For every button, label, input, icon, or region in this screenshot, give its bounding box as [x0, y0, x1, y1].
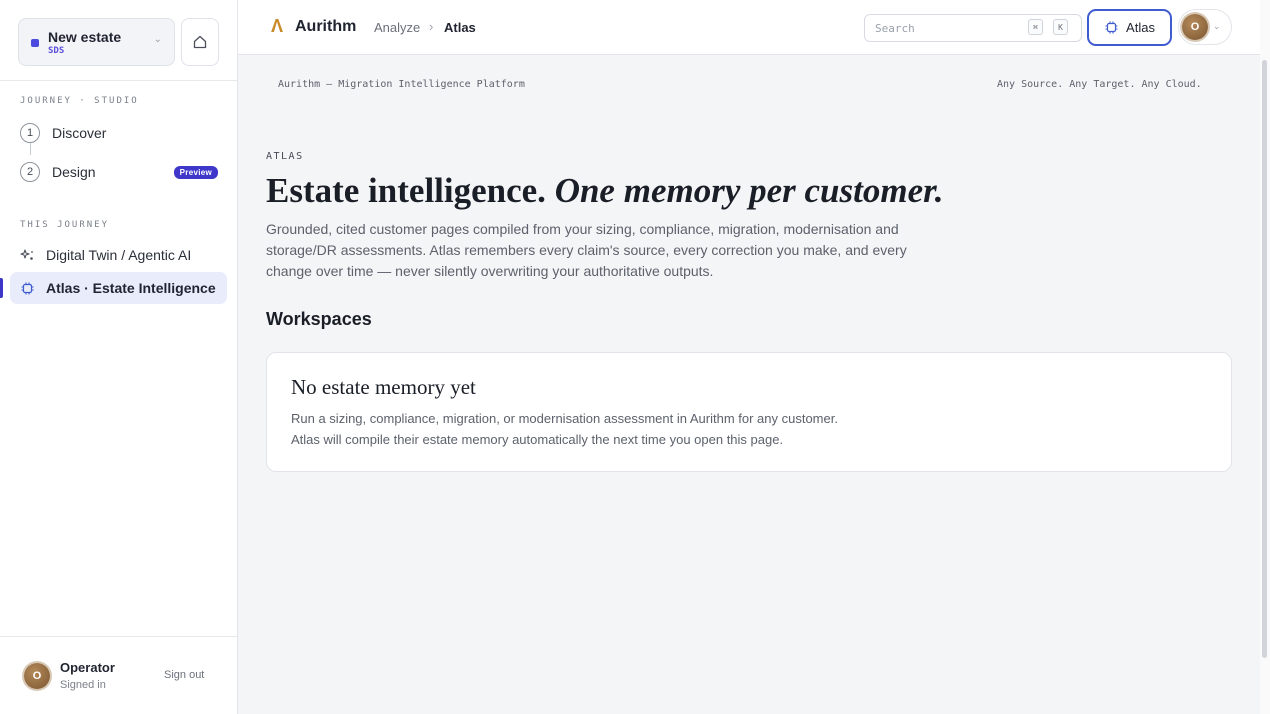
sidebar-item-label: Digital Twin / Agentic AI: [46, 247, 192, 263]
avatar: O: [1182, 14, 1208, 40]
chip-icon: [1105, 21, 1118, 34]
brand-logo-icon: Λ: [271, 16, 284, 36]
page-description: Grounded, cited customer pages compiled …: [266, 221, 907, 279]
platform-slogan: Any Source. Any Target. Any Cloud.: [997, 79, 1202, 90]
shortcut-key-k: K: [1053, 19, 1068, 35]
sign-out-link[interactable]: Sign out: [164, 669, 204, 681]
breadcrumb-atlas: Atlas: [444, 20, 476, 35]
home-button[interactable]: [181, 18, 219, 66]
user-name: Operator: [60, 660, 115, 675]
preview-badge: Preview: [173, 165, 218, 179]
step-number: 2: [20, 162, 40, 182]
breadcrumb-analyze[interactable]: Analyze: [374, 20, 420, 35]
estate-code: SDS: [48, 46, 65, 56]
chevron-down-icon: ⌄: [1213, 21, 1221, 31]
workspaces-heading: Workspaces: [266, 309, 372, 329]
main-content: Aurithm — Migration Intelligence Platfor…: [238, 55, 1260, 714]
atlas-button[interactable]: Atlas: [1087, 9, 1172, 46]
top-bar: Λ Aurithm Analyze › Atlas ⌘ K Atlas O ⌄: [238, 0, 1260, 55]
step-label: Design: [52, 164, 96, 180]
step-label: Discover: [52, 125, 107, 141]
brand-name[interactable]: Aurithm: [295, 18, 356, 36]
sidebar-item-digital-twin[interactable]: Digital Twin / Agentic AI: [10, 239, 227, 271]
page-title-plain: Estate intelligence.: [266, 171, 555, 210]
journey-section-label: JOURNEY · STUDIO: [20, 96, 139, 106]
step-connector: [30, 143, 31, 155]
shortcut-key-cmd: ⌘: [1028, 19, 1043, 35]
estate-switcher-row: New estate SDS ⌄: [18, 18, 219, 66]
chevron-down-icon: ⌄: [153, 34, 162, 45]
empty-state-text: Run a sizing, compliance, migration, or …: [291, 408, 838, 450]
step-discover[interactable]: 1 Discover: [20, 123, 218, 143]
sidebar-item-atlas[interactable]: Atlas · Estate Intelligence: [10, 272, 227, 304]
platform-tagline: Aurithm — Migration Intelligence Platfor…: [278, 79, 525, 90]
user-status: Signed in: [60, 679, 106, 691]
estate-switcher[interactable]: New estate SDS ⌄: [18, 18, 175, 66]
empty-state-card: No estate memory yet Run a sizing, compl…: [266, 352, 1232, 472]
this-journey-section-label: THIS JOURNEY: [20, 220, 110, 230]
empty-state-line: Run a sizing, compliance, migration, or …: [291, 411, 838, 426]
step-number: 1: [20, 123, 40, 143]
chip-icon: [21, 282, 34, 294]
page-eyebrow: ATLAS: [266, 151, 304, 162]
sidebar-item-label: Atlas · Estate Intelligence: [46, 280, 216, 296]
empty-state-title: No estate memory yet: [291, 375, 476, 399]
sidebar-footer-divider: [0, 636, 238, 637]
active-indicator: [0, 278, 3, 298]
sidebar-divider: [0, 80, 238, 81]
sparkle-icon: [20, 248, 33, 260]
account-menu[interactable]: O ⌄: [1178, 9, 1232, 45]
estate-name: New estate: [48, 29, 122, 45]
search-input[interactable]: [864, 14, 1082, 42]
page-title: Estate intelligence. One memory per cust…: [266, 171, 944, 211]
breadcrumb-separator-icon: ›: [429, 19, 434, 34]
step-design[interactable]: 2 Design Preview: [20, 162, 218, 182]
sidebar: New estate SDS ⌄ JOURNEY · STUDIO 1 Disc…: [0, 0, 238, 714]
empty-state-line: Atlas will compile their estate memory a…: [291, 432, 784, 447]
page-title-italic: One memory per customer.: [554, 171, 944, 210]
home-icon: [193, 35, 207, 49]
atlas-button-label: Atlas: [1126, 20, 1155, 35]
avatar: O: [24, 663, 50, 689]
scrollbar-thumb[interactable]: [1262, 60, 1267, 658]
estate-color-dot: [31, 39, 39, 47]
